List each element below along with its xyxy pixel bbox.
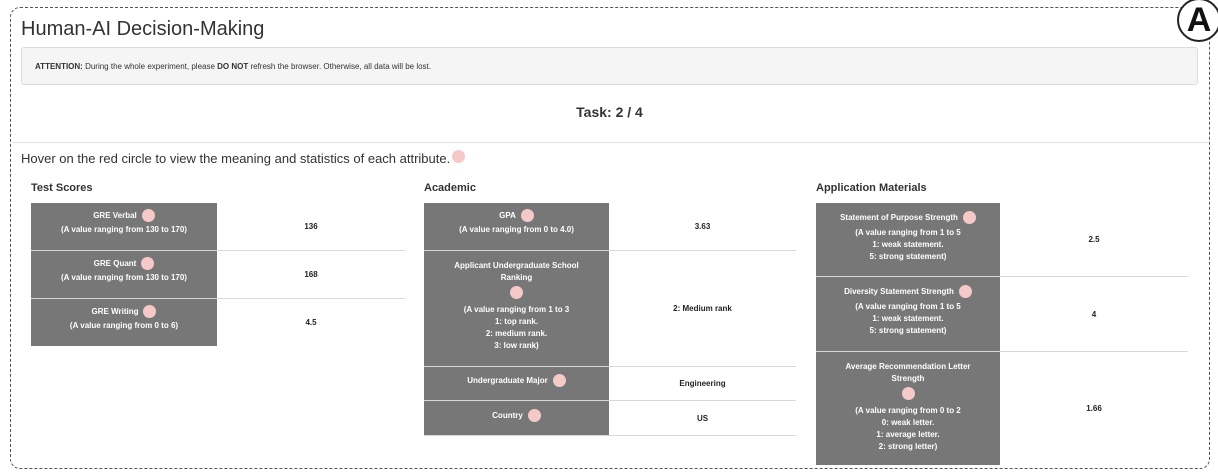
attribute-desc: 2: medium rank. <box>485 329 548 338</box>
info-dot-icon[interactable] <box>520 209 534 222</box>
attribute-statement-of-purpose: Statement of Purpose Strength (A value r… <box>816 203 1000 276</box>
value-gre-writing: 4.5 <box>305 318 317 327</box>
attribute-desc: (A value ranging from 0 to 4.0) <box>459 225 574 234</box>
value-statement-of-purpose: 2.5 <box>1088 235 1100 244</box>
attribute-desc: 1: top rank. <box>494 317 539 326</box>
attribute-name: Statement of Purpose Strength <box>840 212 958 222</box>
value-recommendation-letter: 1.66 <box>1086 404 1102 413</box>
attribute-desc: (A value ranging from 0 to 6) <box>69 321 179 330</box>
attribute-desc: 1: average letter. <box>876 430 940 439</box>
task-progress: Task: 2 / 4 <box>576 104 643 120</box>
hint-text: Hover on the red circle to view the mean… <box>21 151 451 166</box>
attribute-name: GPA <box>499 210 516 220</box>
attribute-desc: (A value ranging from 1 to 3 <box>463 305 570 314</box>
page-title: Human-AI Decision-Making <box>21 18 265 40</box>
attribute-name: Applicant Undergraduate School <box>454 261 579 270</box>
attribute-gre-verbal: GRE Verbal (A value ranging from 130 to … <box>31 203 217 250</box>
value-gpa: 3.63 <box>694 222 711 231</box>
section-title-application-materials: Application Materials <box>816 182 927 194</box>
row-divider <box>424 435 796 436</box>
attribute-desc: (A value ranging from 130 to 170) <box>61 225 187 234</box>
attribute-desc: 1: weak statement. <box>872 314 944 323</box>
attribute-gpa: GPA (A value ranging from 0 to 4.0) <box>424 203 609 250</box>
attribute-undergraduate-major: Undergraduate Major <box>424 367 609 400</box>
attribute-recommendation-letter: Average Recommendation Letter Strength (… <box>816 352 1000 465</box>
alert-text-1: During the whole experiment, please <box>82 62 218 71</box>
attribute-name: Undergraduate Major <box>467 375 548 385</box>
attribute-desc: 3: low rank) <box>494 341 539 350</box>
section-title-academic: Academic <box>424 182 476 194</box>
attribute-gre-quant: GRE Quant (A value ranging from 130 to 1… <box>31 251 217 298</box>
attribute-desc: 5: strong statement) <box>869 326 947 335</box>
attribute-name-cont: Ranking <box>500 273 533 282</box>
info-dot-icon[interactable] <box>527 409 541 422</box>
attribute-desc: 0: weak letter. <box>881 418 935 427</box>
value-gre-verbal: 136 <box>304 222 318 231</box>
attribute-desc: 1: weak statement. <box>872 240 944 249</box>
attention-alert: ATTENTION: During the whole experiment, … <box>21 47 1198 85</box>
info-dot-icon[interactable] <box>141 257 155 270</box>
info-dot-icon[interactable] <box>452 150 466 163</box>
info-dot-icon[interactable] <box>141 209 155 222</box>
alert-prefix: ATTENTION: <box>35 62 83 71</box>
alert-text-2: refresh the browser. Otherwise, all data… <box>248 62 431 71</box>
attribute-country: Country <box>424 401 609 435</box>
info-dot-icon[interactable] <box>901 387 915 400</box>
attribute-name-cont: Strength <box>891 374 925 383</box>
attribute-desc: (A value ranging from 1 to 5 <box>855 302 961 311</box>
alert-emphasis: DO NOT <box>217 62 249 71</box>
attribute-name: Country <box>492 410 523 420</box>
info-dot-icon[interactable] <box>962 211 976 224</box>
info-dot-icon[interactable] <box>552 374 566 387</box>
attribute-desc: 5: strong statement) <box>869 252 947 261</box>
info-dot-icon[interactable] <box>143 305 157 318</box>
info-dot-icon[interactable] <box>958 285 972 298</box>
value-diversity-statement: 4 <box>1091 309 1097 319</box>
attribute-name: GRE Quant <box>93 258 137 268</box>
section-title-test-scores: Test Scores <box>31 182 93 194</box>
value-country: US <box>696 413 709 423</box>
attribute-name: GRE Verbal <box>93 210 137 220</box>
attribute-name: Average Recommendation Letter <box>845 362 971 371</box>
attribute-diversity-statement: Diversity Statement Strength (A value ra… <box>816 277 1000 351</box>
attribute-desc: (A value ranging from 1 to 5 <box>855 228 961 237</box>
attribute-name: GRE Writing <box>91 306 139 316</box>
attribute-gre-writing: GRE Writing (A value ranging from 0 to 6… <box>31 299 217 346</box>
attribute-name: Diversity Statement Strength <box>844 286 954 296</box>
attribute-desc: 2: strong letter) <box>878 442 938 451</box>
info-dot-icon[interactable] <box>510 286 523 299</box>
value-school-ranking: 2: Medium rank <box>673 304 732 313</box>
value-undergraduate-major: Engineering <box>679 379 726 388</box>
panel-label: A <box>1177 0 1218 42</box>
hover-hint: Hover on the red circle to view the mean… <box>21 150 466 166</box>
attribute-school-ranking: Applicant Undergraduate School Ranking (… <box>424 251 609 366</box>
divider <box>12 142 1208 143</box>
value-gre-quant: 168 <box>304 270 318 279</box>
attribute-desc: (A value ranging from 130 to 170) <box>61 273 187 282</box>
attribute-desc: (A value ranging from 0 to 2 <box>855 406 961 415</box>
